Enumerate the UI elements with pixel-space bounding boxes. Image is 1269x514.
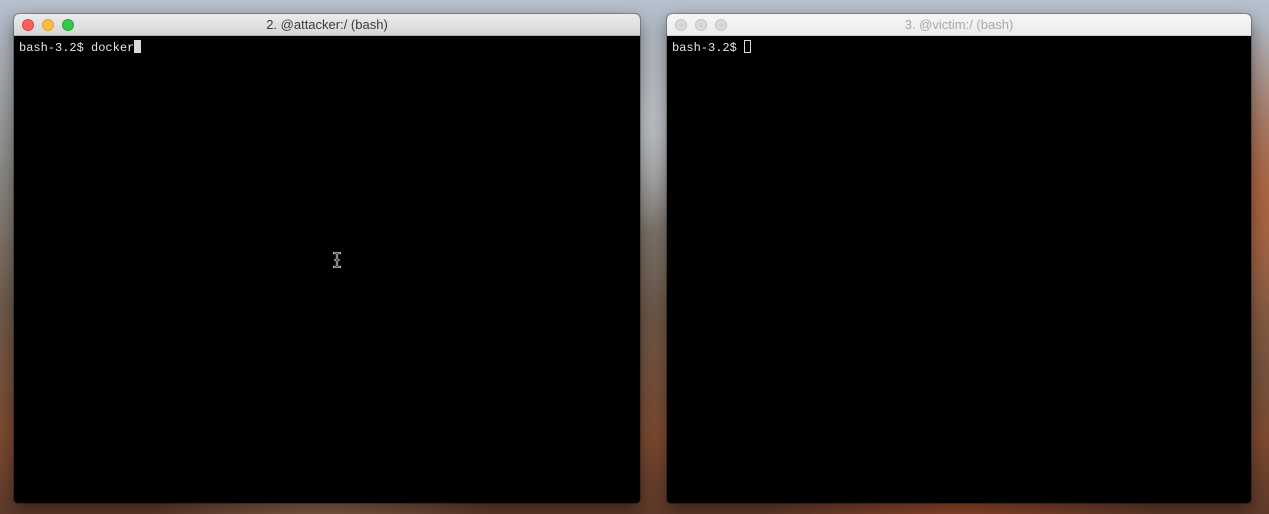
terminal-window-attacker[interactable]: 2. @attacker:/ (bash) bash-3.2$ docker bbox=[14, 14, 640, 503]
terminal-content[interactable]: bash-3.2$ bbox=[667, 36, 1251, 503]
shell-prompt: bash-3.2$ bbox=[672, 41, 745, 55]
window-title: 2. @attacker:/ (bash) bbox=[266, 17, 388, 32]
window-title: 3. @victim:/ (bash) bbox=[904, 17, 1014, 32]
window-titlebar[interactable]: 3. @victim:/ (bash) bbox=[667, 14, 1251, 36]
terminal-content[interactable]: bash-3.2$ docker bbox=[14, 36, 640, 503]
terminal-window-victim[interactable]: 3. @victim:/ (bash) bash-3.2$ bbox=[667, 14, 1251, 503]
terminal-cursor bbox=[744, 40, 752, 53]
window-titlebar[interactable]: 2. @attacker:/ (bash) bbox=[14, 14, 640, 36]
command-input[interactable]: docker bbox=[91, 41, 134, 55]
desktop-background: 2. @attacker:/ (bash) bash-3.2$ docker 3… bbox=[0, 0, 1269, 514]
terminal-cursor bbox=[134, 40, 142, 53]
shell-prompt: bash-3.2$ bbox=[19, 41, 92, 55]
text-cursor-icon bbox=[333, 252, 341, 268]
